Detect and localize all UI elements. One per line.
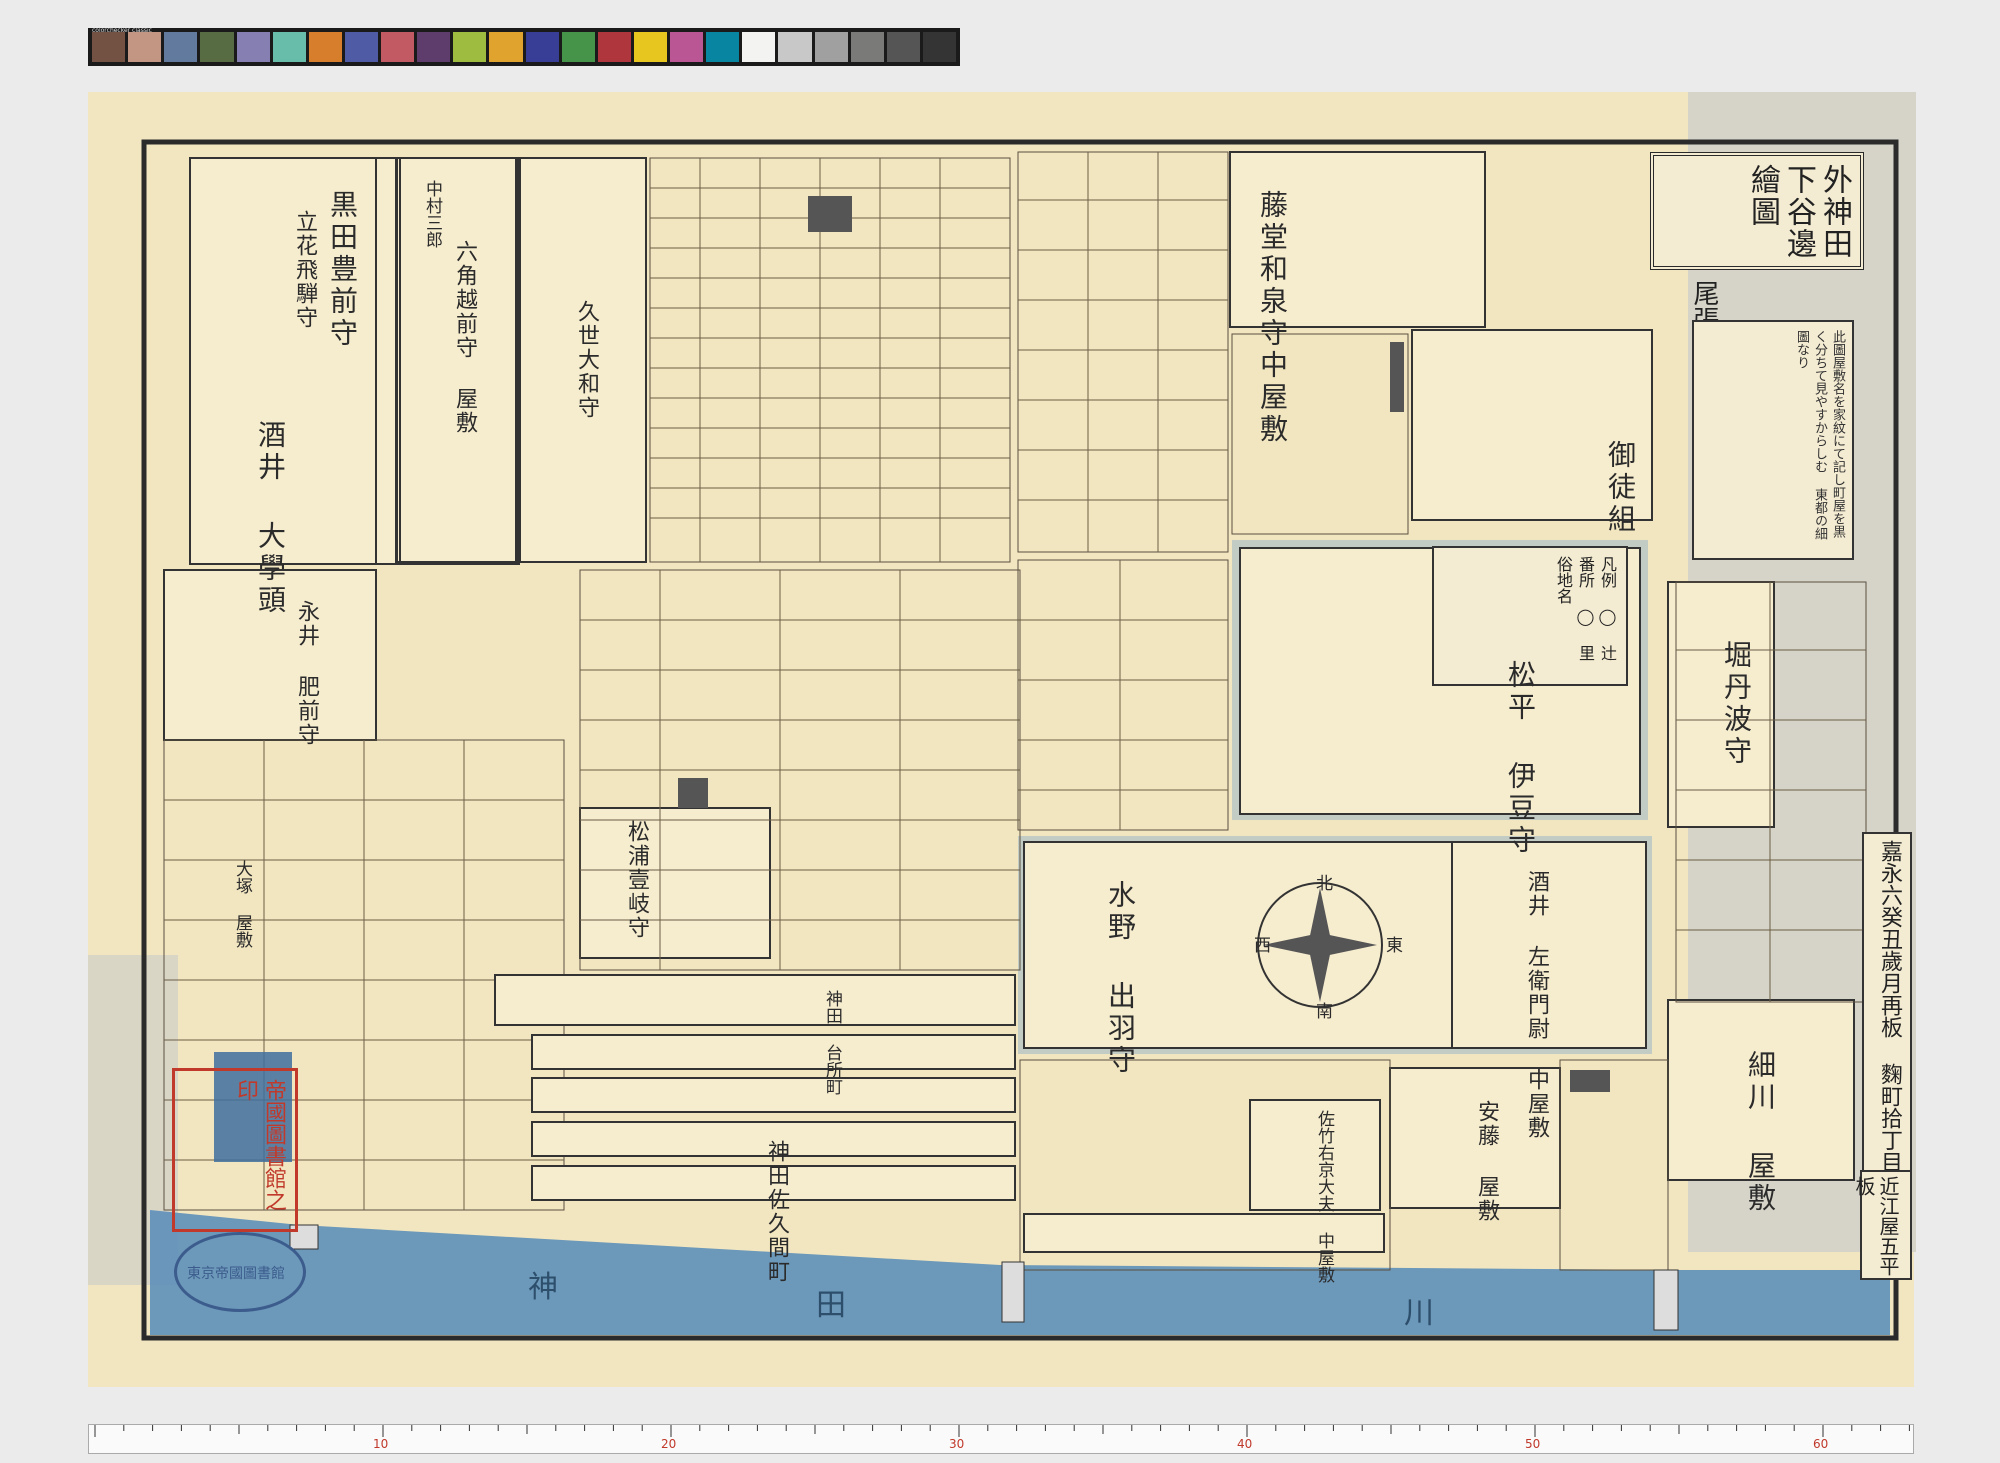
preface-box: 此圖屋敷名を家紋にて記し町屋を黒く分ちて見やすからしむ 東都の細圖なり [1692,320,1854,560]
bridge [1001,1261,1025,1323]
oval-library-seal: 東京帝國圖書館 [174,1232,306,1312]
label-saikumachi: 神田佐久間町 [764,1140,789,1284]
marker-block [808,196,852,232]
label-matsudaira: 松平 伊豆守 [1504,660,1537,857]
preface-text: 此圖屋敷名を家紋にて記し町屋を黒く分ちて見やすからしむ 東都の細圖なり [1794,330,1845,540]
ruler-label-60: 60 [1813,1437,1829,1451]
marker-block [1390,342,1404,412]
river-label-1: 神 [528,1270,558,1305]
river-label-3: 川 [1404,1296,1434,1331]
ruler-label-50: 50 [1525,1437,1541,1451]
ruler-label-10: 10 [373,1437,389,1451]
measurement-ruler: 10 20 30 40 50 60 [88,1424,1914,1454]
legend-text: 凡例 ◯ 辻番所 ◯ 里俗地名 [1554,556,1617,661]
ruler-label-20: 20 [661,1437,677,1451]
compass-east: 東 [1382,936,1402,953]
river-label-2: 田 [816,1288,846,1323]
map-title: 外神田下谷邊繪圖 [1745,164,1852,260]
label-nagai: 永井 肥前守 [294,600,319,747]
label-hori: 堀丹波守 [1720,640,1753,768]
ruler-label-30: 30 [949,1437,965,1451]
label-tachibana: 立花飛騨守 [292,210,317,330]
label-gokachi: 御徒組 [1604,440,1637,536]
red-library-seal: 帝國圖書館之印 [172,1068,298,1232]
block-sakai-small [579,807,771,959]
ruler-label-40: 40 [1237,1437,1253,1451]
label-rokkaku: 六角越前守 屋敷 [452,240,477,435]
publisher-box: 近江屋五平板 [1852,1170,1912,1280]
oval-seal-text: 東京帝國圖書館 [187,1266,285,1282]
label-kanda-oncho: 神田 台所町 [822,990,842,1095]
label-matsuura: 松浦壹岐守 [624,820,649,940]
label-toudou: 藤堂和泉守中屋敷 [1256,190,1289,446]
label-kuze: 久世大和守 [574,300,599,420]
label-andou: 安藤 屋敷 [1474,1100,1499,1223]
publisher-side-text: 近江屋五平板 [1852,1176,1900,1276]
label-kuroda: 黒田豊前守 [326,190,359,350]
title-cartouche: 外神田下谷邊繪圖 [1650,152,1864,270]
bridge [1653,1269,1679,1331]
compass-south: 南 [1312,1002,1332,1019]
ruler-ticks [94,1425,1910,1437]
label-sakai-nakayashiki: 酒井 左衛門尉 中屋敷 [1524,870,1549,1140]
compass-west: 西 [1250,936,1270,953]
label-ohtsuka: 大塚 屋敷 [232,860,252,948]
marker-block [1570,1070,1610,1092]
label-sakai: 酒井 大學頭 [254,420,287,617]
compass-north: 北 [1312,874,1332,891]
red-seal-text: 帝國圖書館之印 [233,1079,286,1211]
marker-block [678,778,708,808]
label-sotake: 佐竹右京大夫 中屋敷 [1314,1110,1334,1283]
label-mizuno: 水野 出羽守 [1104,880,1137,1077]
label-nakamura: 中村三郎 [422,180,442,248]
label-hosokawa: 細川 屋敷 [1744,1050,1777,1215]
